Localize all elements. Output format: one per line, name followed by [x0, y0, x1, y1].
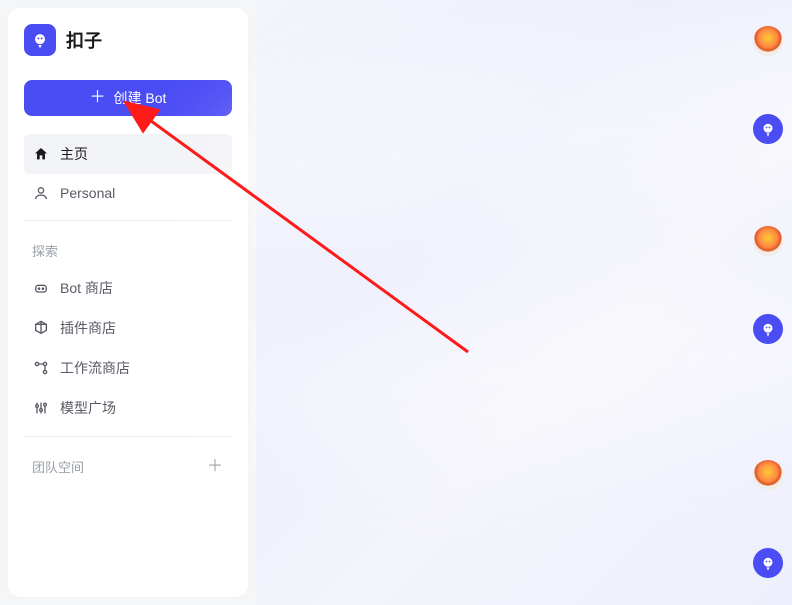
create-bot-button[interactable]: ＋ 创建 Bot	[24, 80, 232, 116]
section-title: 团队空间	[32, 457, 84, 476]
background-decoration	[187, 4, 792, 276]
nav-label: 主页	[60, 144, 88, 164]
add-team-space-button[interactable]: ＋	[206, 458, 224, 476]
sliders-icon	[32, 399, 50, 417]
main-content	[256, 0, 792, 605]
section-explore: 探索 Bot 商店 插件商店 工作流商店	[24, 220, 232, 428]
section-team-space: 团队空间 ＋	[24, 436, 232, 484]
background-decoration	[209, 250, 792, 490]
user-avatar-icon[interactable]	[753, 460, 783, 490]
sidebar-item-workflow-store[interactable]: 工作流商店	[24, 348, 232, 388]
sidebar-item-bot-store[interactable]: Bot 商店	[24, 268, 232, 308]
nav-label: Personal	[60, 185, 115, 201]
section-header: 团队空间 ＋	[24, 453, 232, 484]
right-rail	[744, 0, 792, 605]
bot-icon	[32, 279, 50, 297]
nav-label: 插件商店	[60, 318, 116, 338]
plus-icon: ＋	[90, 90, 106, 106]
nav-label: Bot 商店	[60, 278, 113, 298]
section-header: 探索	[24, 237, 232, 268]
user-avatar-icon[interactable]	[753, 226, 783, 256]
section-title: 探索	[32, 241, 58, 260]
brand-name: 扣子	[66, 27, 102, 53]
bot-avatar-icon[interactable]	[753, 548, 783, 578]
home-icon	[32, 145, 50, 163]
nav-label: 工作流商店	[60, 358, 130, 378]
bot-avatar-icon[interactable]	[753, 314, 783, 344]
brand: 扣子	[24, 24, 232, 56]
nav-label: 模型广场	[60, 398, 116, 418]
bot-avatar-icon[interactable]	[753, 114, 783, 144]
sidebar-item-plugin-store[interactable]: 插件商店	[24, 308, 232, 348]
sidebar: 扣子 ＋ 创建 Bot 主页 Personal 探索	[8, 8, 248, 597]
user-avatar-icon[interactable]	[753, 26, 783, 56]
sidebar-item-model-plaza[interactable]: 模型广场	[24, 388, 232, 428]
create-bot-label: 创建 Bot	[114, 88, 167, 108]
brand-logo-icon	[24, 24, 56, 56]
user-icon	[32, 184, 50, 202]
cube-icon	[32, 319, 50, 337]
workflow-icon	[32, 359, 50, 377]
